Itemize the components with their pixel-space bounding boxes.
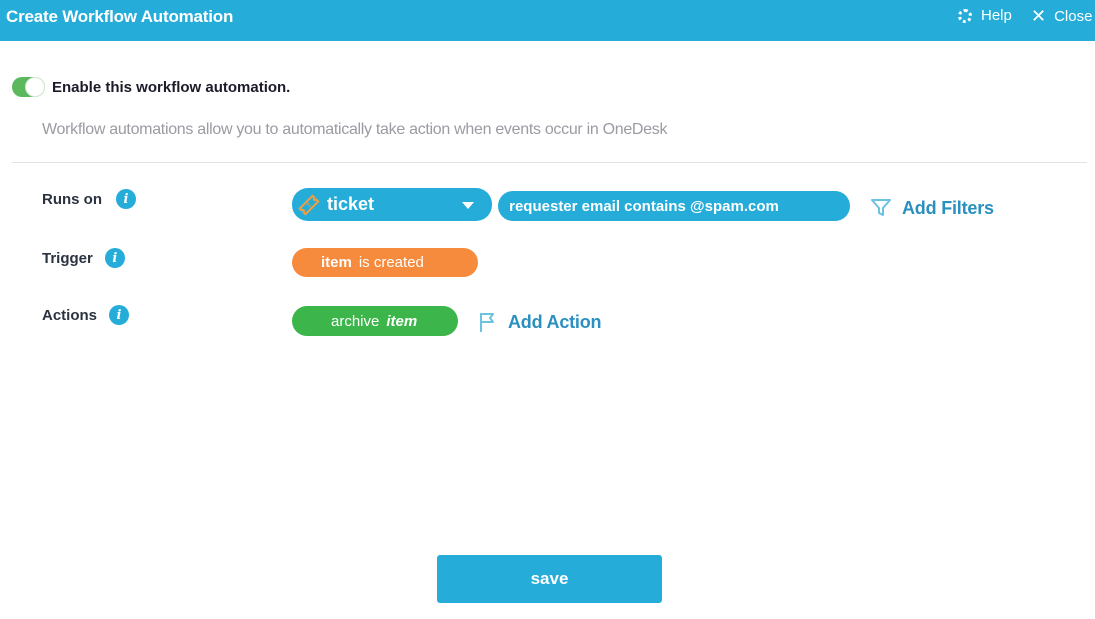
actions-label-text: Actions [42, 306, 98, 324]
trigger-event: is created [358, 254, 424, 271]
info-icon[interactable]: i [109, 305, 130, 325]
help-label: Help [981, 7, 1012, 24]
action-pill[interactable]: archive item [292, 306, 458, 336]
trigger-pill[interactable]: item is created [292, 248, 478, 277]
flag-icon [480, 313, 494, 332]
trigger-label: Trigger i [42, 248, 125, 268]
close-button[interactable]: ✕ Close [1031, 7, 1092, 25]
filter-icon [871, 199, 891, 216]
toggle-knob [25, 77, 45, 97]
dialog-title: Create Workflow Automation [6, 7, 234, 26]
runs-on-label-text: Runs on [42, 190, 102, 208]
add-filters-button[interactable]: Add Filters [870, 197, 994, 219]
add-filters-label: Add Filters [902, 197, 994, 218]
divider [12, 162, 1087, 163]
enable-toggle[interactable] [12, 77, 45, 97]
info-icon[interactable]: i [116, 189, 136, 209]
filter-pill[interactable]: requester email contains @spam.com [498, 191, 850, 221]
close-label: Close [1054, 7, 1093, 25]
actions-label: Actions i [42, 305, 130, 325]
runs-on-label: Runs on i [42, 189, 136, 209]
description-text: Workflow automations allow you to automa… [42, 121, 668, 138]
runs-on-value: ticket [327, 194, 375, 214]
action-object: item [386, 312, 418, 330]
close-icon: ✕ [1031, 6, 1047, 26]
add-action-button[interactable]: Add Action [478, 311, 602, 333]
enable-label: Enable this workflow automation. [52, 79, 291, 96]
runs-on-select[interactable]: ticket [292, 188, 492, 221]
action-verb: archive [331, 312, 380, 330]
help-button[interactable]: Help [958, 7, 1012, 24]
trigger-label-text: Trigger [42, 249, 93, 267]
ticket-icon [298, 193, 320, 216]
add-action-label: Add Action [508, 311, 602, 332]
trigger-subject: item [321, 254, 352, 271]
info-icon[interactable]: i [104, 248, 125, 268]
lifebuoy-icon [958, 8, 972, 23]
chevron-down-icon [462, 202, 474, 209]
save-button[interactable]: save [437, 555, 662, 603]
dialog-header: Create Workflow Automation Help ✕ Close [0, 0, 1095, 41]
